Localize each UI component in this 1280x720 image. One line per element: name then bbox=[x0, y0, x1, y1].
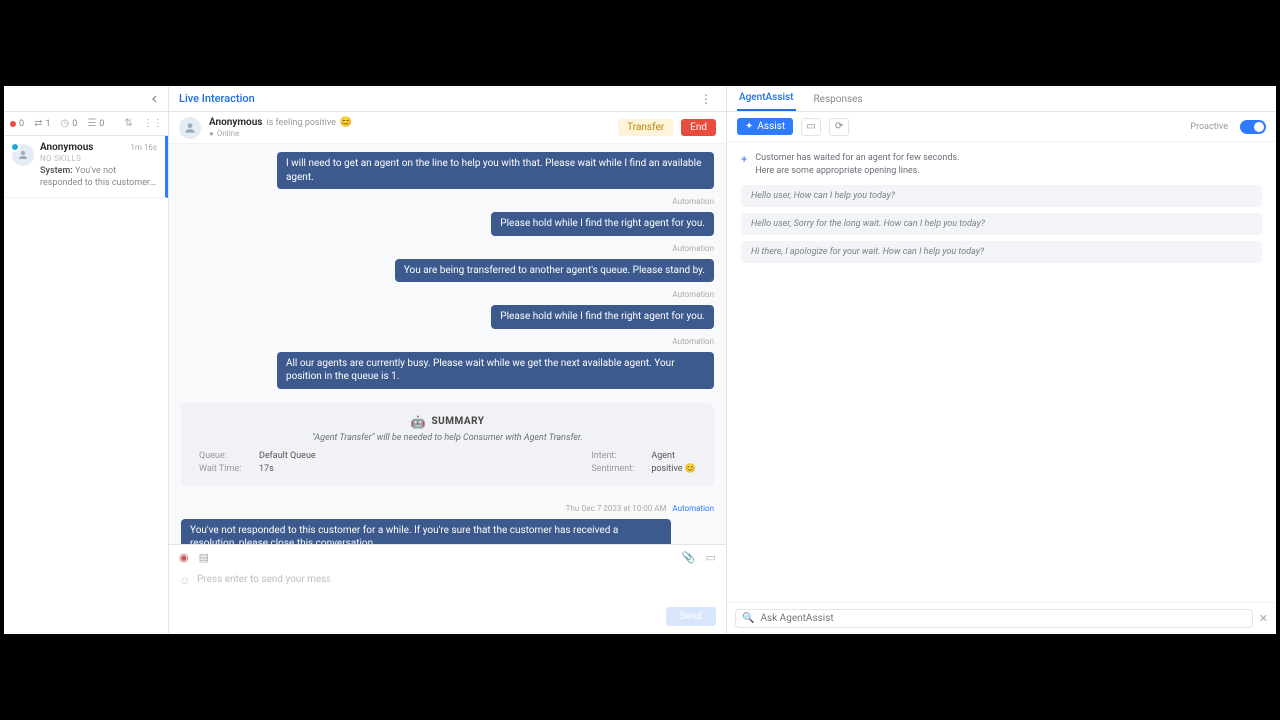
assist-search-input[interactable] bbox=[760, 613, 1245, 624]
assist-hint: + Customer has waited for an agent for f… bbox=[741, 152, 1262, 177]
assist-chip[interactable]: ✦ Assist bbox=[737, 118, 793, 135]
conversation-skills: NO SKILLS bbox=[40, 154, 157, 163]
assist-panel: AgentAssist Responses ✦ Assist ▭ ⟳ Proac… bbox=[727, 86, 1276, 634]
template-icon[interactable]: ▤ bbox=[199, 551, 209, 564]
conversation-name: Anonymous bbox=[40, 142, 93, 153]
message-input[interactable] bbox=[179, 568, 334, 603]
summary-card: 🤖 SUMMARY "Agent Transfer" will be neede… bbox=[181, 403, 714, 486]
proactive-label: Proactive bbox=[1190, 122, 1228, 132]
message-bubble: All our agents are currently busy. Pleas… bbox=[277, 352, 714, 389]
tab-responses[interactable]: Responses bbox=[812, 88, 865, 111]
collapse-sidebar-button[interactable] bbox=[148, 92, 162, 106]
sentiment-emoji-icon: 😊 bbox=[340, 117, 352, 128]
robot-icon: 🤖 bbox=[411, 415, 426, 429]
refresh-icon[interactable]: ⟳ bbox=[829, 118, 849, 136]
suggestion-item[interactable]: Hello user, Sorry for the long wait. How… bbox=[741, 213, 1262, 235]
attachment-icon[interactable]: 📎 bbox=[682, 551, 696, 564]
avatar bbox=[12, 144, 34, 166]
message-source-label: Automation bbox=[672, 290, 714, 299]
conversation-snippet: System: You've not responded to this cus… bbox=[40, 166, 157, 189]
close-icon[interactable]: ✕ bbox=[1259, 612, 1268, 625]
transfer-button[interactable]: Transfer bbox=[618, 119, 673, 136]
filter-icon[interactable]: ⋮⋮ bbox=[143, 118, 163, 129]
summary-quote: "Agent Transfer" will be needed to help … bbox=[199, 433, 696, 443]
status-active[interactable]: ⇄1 bbox=[34, 118, 50, 129]
composer: ◉ ▤ 📎 ▭ Send bbox=[169, 544, 726, 634]
chat-panel: Live Interaction ⋮ Anonymous is feeling … bbox=[169, 86, 727, 634]
message-bubble: Please hold while I find the right agent… bbox=[491, 305, 714, 329]
chat-scroll[interactable]: I will need to get an agent on the line … bbox=[169, 144, 726, 544]
conversation-time: 1m 16s bbox=[130, 143, 157, 152]
search-icon: 🔍 bbox=[742, 613, 754, 624]
message-source-label: Automation bbox=[672, 504, 714, 513]
message-bubble: You've not responded to this customer fo… bbox=[181, 519, 671, 545]
status-closed[interactable]: ☰0 bbox=[87, 118, 104, 129]
message-source-label: Automation bbox=[672, 337, 714, 346]
tab-agentassist[interactable]: AgentAssist bbox=[737, 86, 796, 111]
presence-indicator bbox=[10, 142, 20, 152]
record-icon[interactable]: ◉ bbox=[179, 551, 189, 564]
message-bubble: I will need to get an agent on the line … bbox=[277, 152, 714, 189]
message-timestamp: Thu Dec 7 2023 at 10:00 AM bbox=[566, 504, 667, 513]
suggestion-item[interactable]: Hello user, How can I help you today? bbox=[741, 185, 1262, 207]
library-icon[interactable]: ▭ bbox=[801, 118, 821, 136]
online-label: Online bbox=[217, 129, 239, 138]
suggestion-item[interactable]: Hi there, I apologize for your wait. How… bbox=[741, 241, 1262, 263]
summary-title: SUMMARY bbox=[432, 416, 485, 427]
sparkle-icon: ✦ bbox=[745, 121, 753, 132]
panel-title: Live Interaction bbox=[179, 92, 255, 105]
message-bubble: You are being transferred to another age… bbox=[395, 259, 714, 283]
status-pending[interactable]: 0 bbox=[10, 119, 24, 129]
conversation-sidebar: 0 ⇄1 ◷0 ☰0 ⇅ ⋮⋮ Anonymous 1m 16s NO SKIL… bbox=[4, 86, 169, 634]
sort-icon[interactable]: ⇅ bbox=[124, 118, 132, 129]
message-bubble: Please hold while I find the right agent… bbox=[491, 212, 714, 236]
send-button[interactable]: Send bbox=[666, 607, 716, 626]
end-button[interactable]: End bbox=[681, 119, 716, 136]
status-bar: 0 ⇄1 ◷0 ☰0 ⇅ ⋮⋮ bbox=[4, 112, 168, 136]
plus-icon: + bbox=[741, 152, 747, 177]
proactive-toggle[interactable] bbox=[1240, 120, 1266, 134]
customer-avatar bbox=[179, 117, 201, 139]
message-source-label: Automation bbox=[672, 244, 714, 253]
card-icon[interactable]: ▭ bbox=[706, 551, 716, 564]
customer-feeling: is feeling positive bbox=[266, 118, 336, 128]
status-queued[interactable]: ◷0 bbox=[61, 118, 78, 129]
panel-menu-icon[interactable]: ⋮ bbox=[696, 90, 716, 108]
conversation-item[interactable]: Anonymous 1m 16s NO SKILLS System: You'v… bbox=[4, 136, 168, 198]
customer-name: Anonymous bbox=[209, 117, 262, 128]
message-source-label: Automation bbox=[672, 197, 714, 206]
online-indicator-icon: ● bbox=[209, 129, 214, 138]
